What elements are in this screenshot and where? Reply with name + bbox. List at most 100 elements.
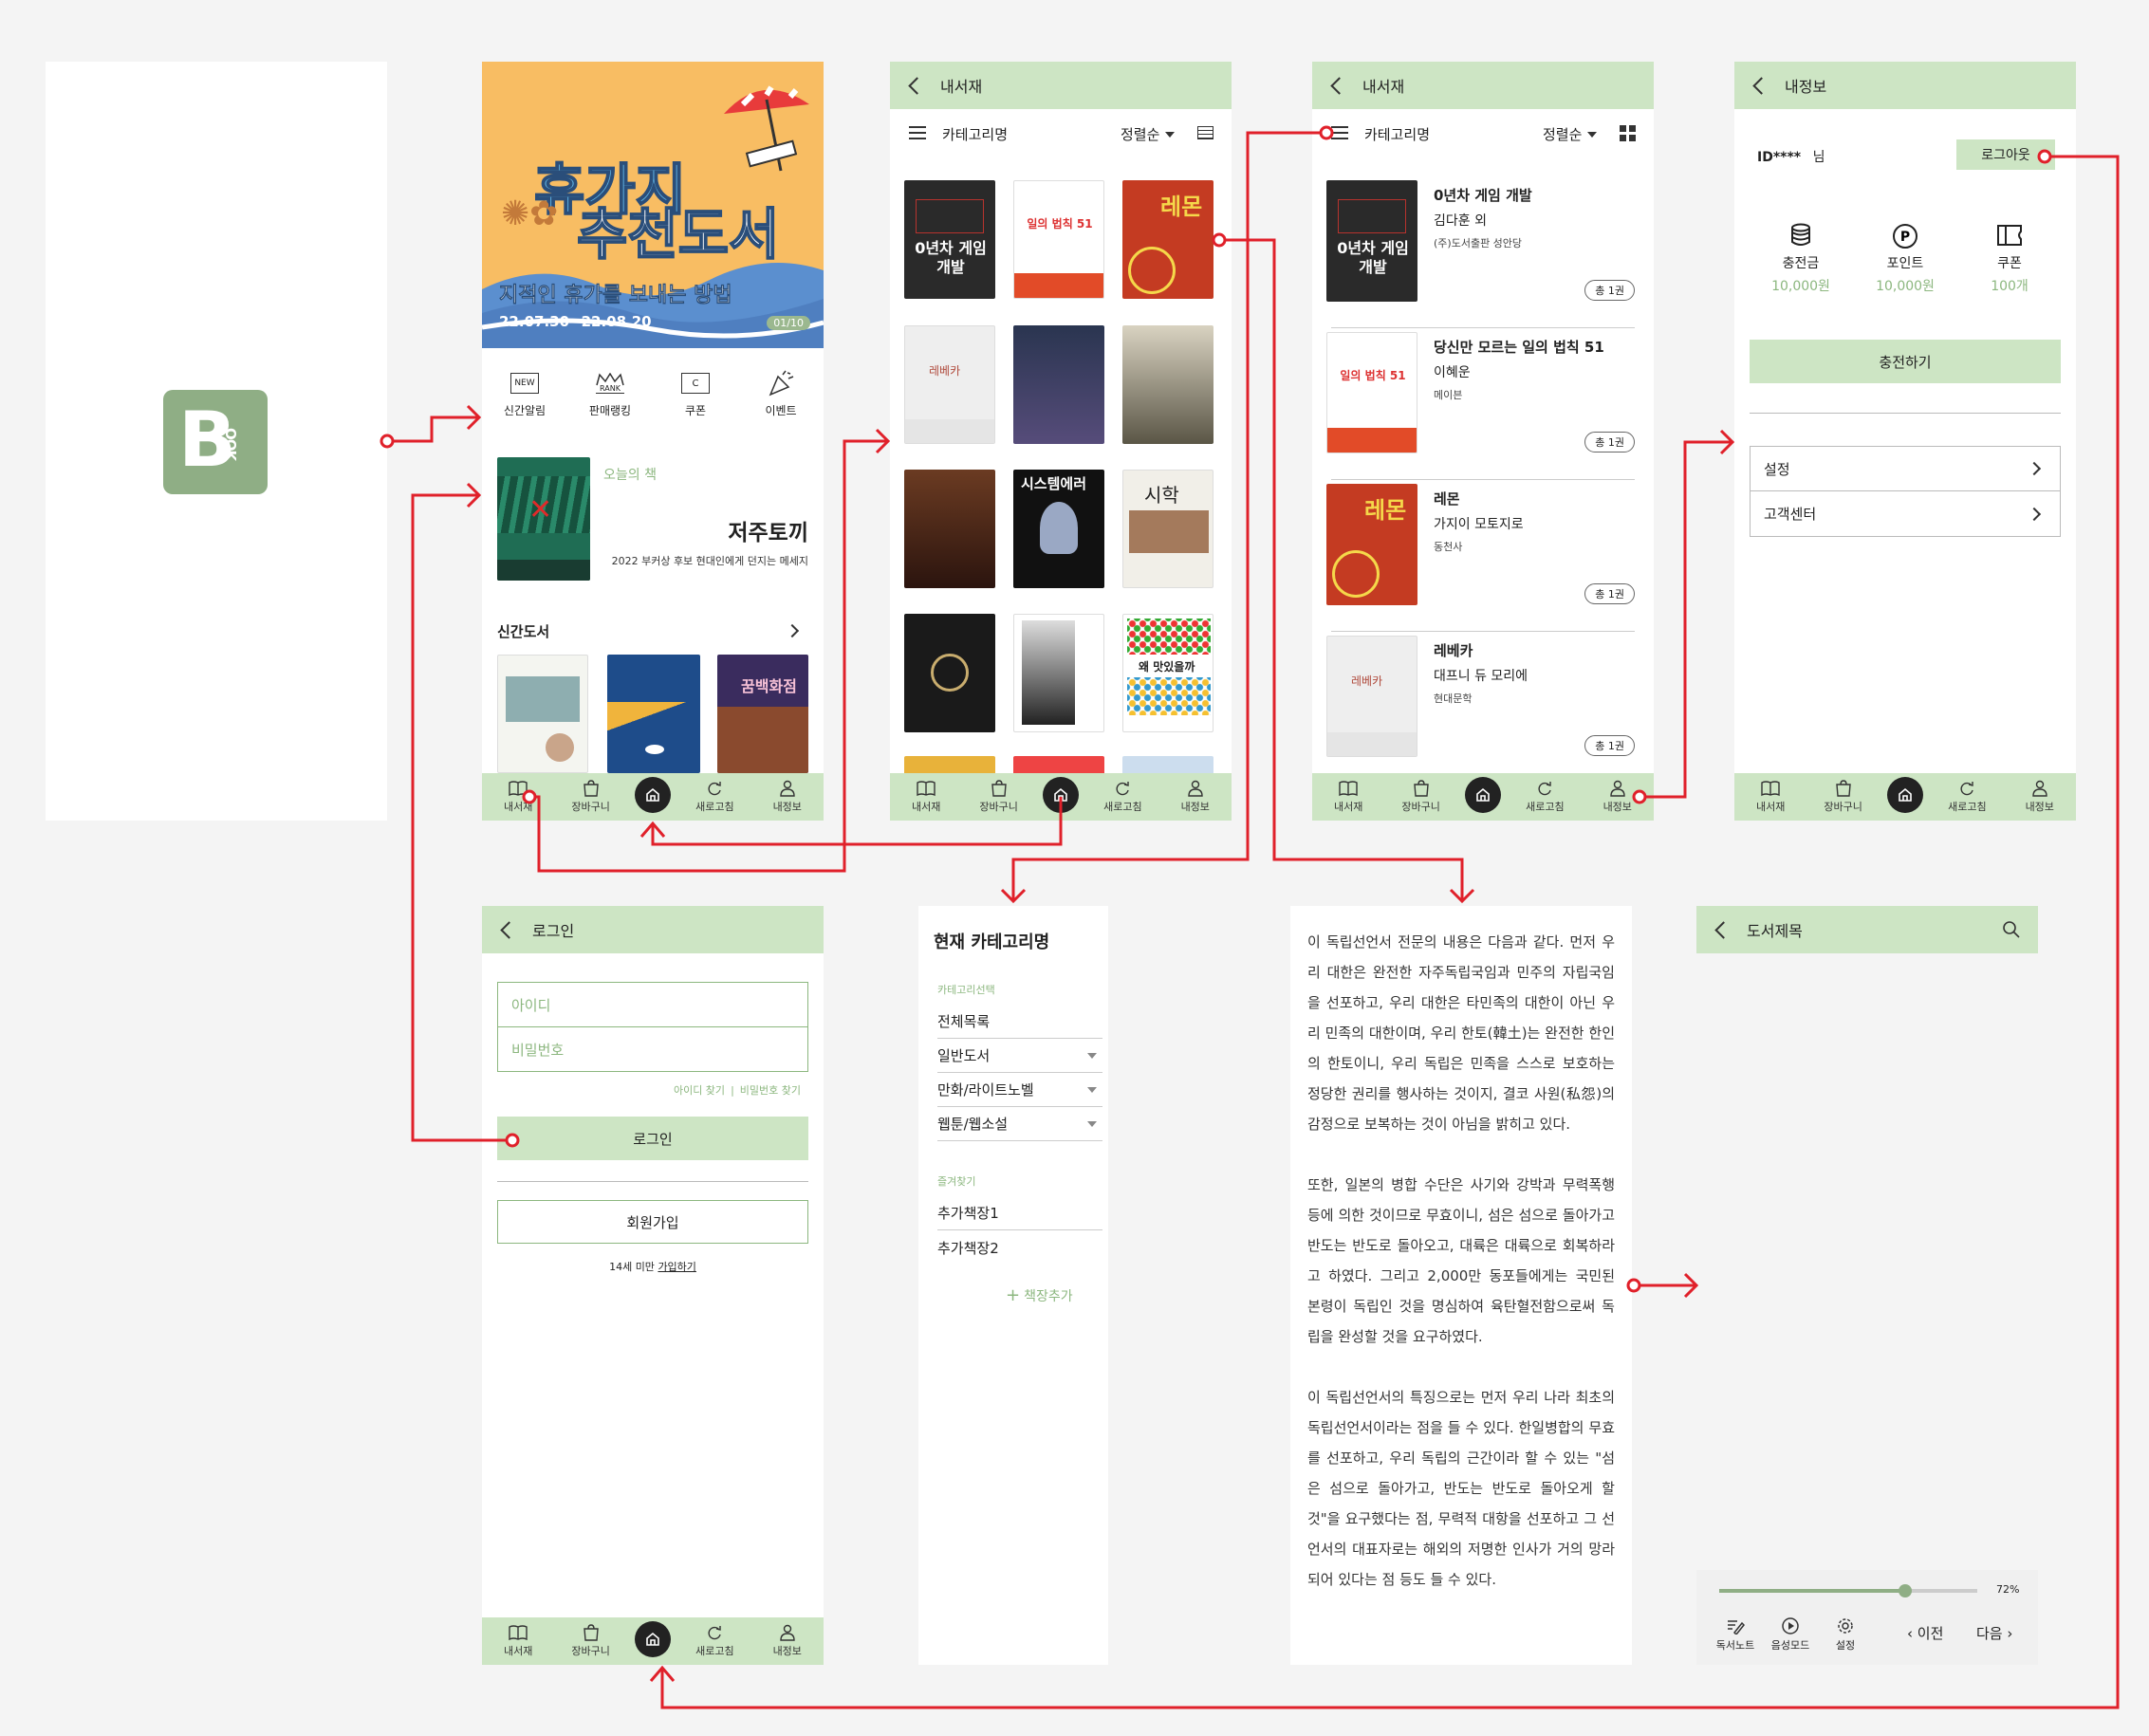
progress-track[interactable] (1719, 1584, 1977, 1597)
list-item[interactable]: 레베카 레베카 대프니 듀 모리에 현대문학 총 1권 (1312, 631, 1654, 773)
tab-cart[interactable]: 장바구니 (1815, 780, 1872, 814)
grid-cover-6[interactable] (1122, 325, 1213, 444)
grid-cover-9[interactable]: 시학 (1122, 470, 1213, 588)
sort-dropdown[interactable]: 정렬순 (1543, 124, 1598, 144)
tab-cart[interactable]: 장바구니 (1393, 780, 1450, 814)
find-id-link[interactable]: 아이디 찾기 (674, 1084, 725, 1097)
new-alert-button[interactable]: NEW 신간알림 (487, 365, 563, 432)
tab-library[interactable]: 내서재 (1742, 780, 1799, 814)
prev-page-button[interactable]: ‹ 이전 (1907, 1623, 1943, 1643)
viewer-settings-button[interactable]: 설정 (1820, 1617, 1871, 1653)
grid-cover-12[interactable]: 왜 맛있을까 (1122, 614, 1213, 732)
category-item-general[interactable]: 일반도서 (937, 1039, 1102, 1073)
grid-view-icon[interactable] (1620, 125, 1636, 141)
category-item-comics[interactable]: 만화/라이트노벨 (937, 1073, 1102, 1107)
list-item[interactable]: 레몬 레몬 가지이 모토지로 동천사 총 1권 (1312, 479, 1654, 631)
list-item[interactable]: 일의 법칙 51 당신만 모르는 일의 법칙 51 이혜운 메이븐 총 1권 (1312, 327, 1654, 479)
id-field[interactable]: 아이디 (497, 982, 808, 1027)
tab-library[interactable]: 내서재 (490, 1624, 547, 1658)
flow-arrow (1000, 888, 1027, 904)
new-alert-label: 신간알림 (503, 404, 547, 417)
tab-refresh[interactable]: 새로고침 (1516, 780, 1573, 814)
logout-button[interactable]: 로그아웃 (1956, 139, 2055, 170)
grid-cover-13[interactable] (904, 756, 995, 775)
menu-icon[interactable] (909, 126, 926, 139)
home-button[interactable] (634, 777, 671, 813)
category-name[interactable]: 카테고리명 (942, 124, 1008, 144)
list-view-icon[interactable] (1197, 126, 1213, 139)
under-14-signup-link[interactable]: 가입하기 (658, 1261, 695, 1273)
login-button[interactable]: 로그인 (497, 1117, 808, 1160)
grid-cover-14[interactable] (1013, 756, 1104, 775)
tab-refresh[interactable]: 새로고침 (686, 780, 743, 814)
tab-library[interactable]: 내서재 (1320, 780, 1377, 814)
tab-my-info[interactable]: 내정보 (1167, 780, 1224, 814)
grid-cover-8[interactable]: 시스템에러 (1013, 470, 1104, 588)
grid-cover-5[interactable] (1013, 325, 1104, 444)
grid-cover-10[interactable] (904, 614, 995, 732)
back-icon[interactable] (1752, 76, 1770, 95)
new-book-cover-2[interactable] (607, 655, 700, 773)
grid-cover-2[interactable]: 일의 법칙 51 (1013, 180, 1104, 299)
my-info-screen: 내정보 ID**** 님 로그아웃 충전금 10,000원 P 포인트 10,0… (1734, 62, 2076, 821)
grid-cover-7[interactable] (904, 470, 995, 588)
back-icon[interactable] (1330, 76, 1348, 95)
favorite-shelf-1[interactable]: 추가책장1 (937, 1196, 1102, 1230)
tab-refresh[interactable]: 새로고침 (1094, 780, 1151, 814)
tab-cart[interactable]: 장바구니 (563, 780, 620, 814)
flow-arrow (1449, 888, 1475, 904)
audio-mode-button[interactable]: 음성모드 (1765, 1617, 1816, 1653)
search-icon[interactable] (2002, 920, 2021, 939)
viewer-bottom-bar: 72% 독서노트 음성모드 설정 ‹ 이전 다음 › (1696, 1570, 2038, 1665)
category-name[interactable]: 카테고리명 (1364, 124, 1430, 144)
back-icon[interactable] (500, 920, 518, 939)
home-button[interactable] (1042, 777, 1079, 813)
tab-my-info[interactable]: 내정보 (2011, 780, 2068, 814)
grid-cover-4[interactable]: 레베카 (904, 325, 995, 444)
new-book-cover-3[interactable]: 꿈백화점 (717, 655, 808, 773)
event-button[interactable]: 이벤트 (743, 365, 819, 432)
category-item-webtoon[interactable]: 웹툰/웹소설 (937, 1107, 1102, 1141)
add-shelf-button[interactable]: + 책장추가 (1006, 1285, 1073, 1305)
back-icon[interactable] (908, 76, 926, 95)
tab-my-info[interactable]: 내정보 (759, 780, 816, 814)
coupon-button[interactable]: C 쿠폰 (658, 365, 733, 432)
new-books-more-icon[interactable] (785, 623, 800, 638)
flow-arrow (639, 821, 666, 838)
home-button[interactable] (1886, 777, 1923, 813)
tab-cart[interactable]: 장바구니 (971, 780, 1028, 814)
back-icon[interactable] (1714, 920, 1732, 939)
tab-my-info[interactable]: 내정보 (759, 1624, 816, 1658)
category-item-all[interactable]: 전체목록 (937, 1005, 1102, 1039)
home-button[interactable] (634, 1621, 671, 1657)
grid-cover-11[interactable] (1013, 614, 1104, 732)
signup-button[interactable]: 회원가입 (497, 1200, 808, 1244)
grid-cover-15[interactable] (1122, 756, 1213, 775)
password-field[interactable]: 비밀번호 (497, 1026, 808, 1072)
promo-banner[interactable]: 휴가지 추천도서 ✺✿ 지적인 휴가를 보내는 방법 22.07.30~22.0… (482, 62, 824, 348)
charge-button[interactable]: 충전하기 (1750, 340, 2061, 383)
customer-center-row[interactable]: 고객센터 (1750, 491, 2061, 537)
next-page-button[interactable]: 다음 › (1976, 1623, 2012, 1643)
grid-cover-1[interactable]: 0년차 게임 개발 (904, 180, 995, 299)
menu-icon[interactable] (1331, 126, 1348, 139)
ranking-button[interactable]: RANK 판매랭킹 (572, 365, 648, 432)
reading-note-button[interactable]: 독서노트 (1710, 1617, 1761, 1653)
today-book-card[interactable]: ✕ 오늘의 책 저주토끼 2022 부커상 후보 현대인에게 던지는 메세지 (482, 451, 824, 583)
tab-cart[interactable]: 장바구니 (563, 1624, 620, 1658)
sort-dropdown[interactable]: 정렬순 (1121, 124, 1176, 144)
list-item[interactable]: 0년차 게임 개발 0년차 게임 개발 김다훈 외 (주)도서출판 성안당 총 … (1312, 175, 1654, 327)
refresh-icon (1116, 782, 1130, 796)
new-book-cover-1[interactable] (497, 655, 588, 773)
progress-handle[interactable] (1898, 1584, 1912, 1597)
tab-refresh[interactable]: 새로고침 (686, 1624, 743, 1658)
favorite-shelf-2[interactable]: 추가책장2 (937, 1230, 1102, 1265)
grid-cover-3[interactable]: 레몬 (1122, 180, 1213, 299)
find-password-link[interactable]: 비밀번호 찾기 (740, 1084, 801, 1097)
home-button[interactable] (1464, 777, 1501, 813)
tab-my-info[interactable]: 내정보 (1589, 780, 1646, 814)
tab-refresh[interactable]: 새로고침 (1938, 780, 1995, 814)
tab-library[interactable]: 내서재 (490, 780, 547, 814)
tab-library[interactable]: 내서재 (898, 780, 954, 814)
settings-row[interactable]: 설정 (1750, 446, 2061, 491)
